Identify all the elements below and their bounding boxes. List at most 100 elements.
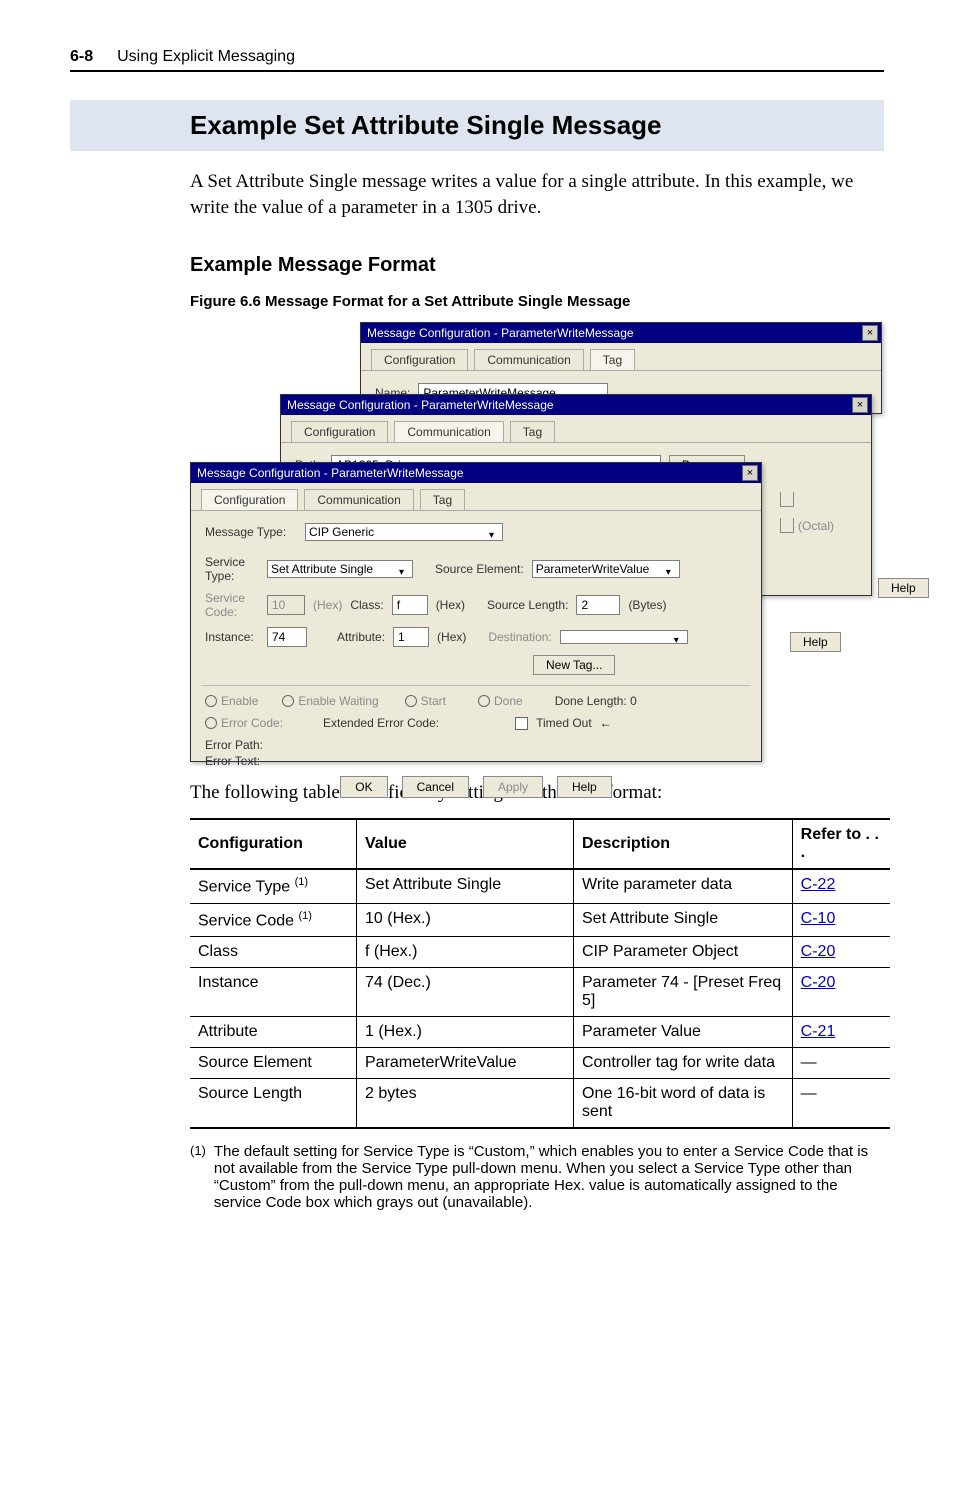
table-row: Service Code (1)10 (Hex.)Set Attribute S… [190, 903, 890, 936]
page-title: Example Set Attribute Single Message [190, 110, 874, 141]
tab-tag[interactable]: Tag [510, 421, 555, 442]
tab-configuration[interactable]: Configuration [371, 349, 468, 370]
msg-type-value: CIP Generic [309, 525, 374, 539]
error-code-radio: Error Code: [205, 716, 283, 730]
table-row: Classf (Hex.)CIP Parameter ObjectC-20 [190, 936, 890, 967]
table-row: Source ElementParameterWriteValueControl… [190, 1047, 890, 1078]
cell-refer: — [792, 1078, 890, 1128]
octal-label: (Octal) [798, 519, 834, 533]
cell-value: 74 (Dec.) [357, 967, 574, 1016]
destination-select[interactable] [560, 630, 688, 644]
source-element-select[interactable]: ParameterWriteValue [532, 560, 680, 578]
dialog-title-bar: Message Configuration - ParameterWriteMe… [281, 395, 871, 415]
msg-type-label: Message Type: [205, 525, 297, 539]
table-row: Service Type (1)Set Attribute SingleWrit… [190, 869, 890, 903]
hex-label: (Hex) [313, 598, 342, 612]
running-header: 6-8 Using Explicit Messaging [70, 48, 884, 66]
instance-input[interactable] [267, 627, 307, 647]
source-length-label: Source Length: [487, 598, 568, 612]
tab-tag[interactable]: Tag [420, 489, 465, 510]
chevron-down-icon [489, 527, 499, 537]
service-code-label: Service Code: [205, 591, 259, 619]
cancel-button[interactable]: Cancel [402, 776, 469, 798]
fragment [780, 492, 794, 510]
error-path-label: Error Path: [205, 738, 263, 752]
error-text-label: Error Text: [205, 754, 260, 768]
service-code-input [267, 595, 305, 615]
cell-configuration: Service Code (1) [190, 903, 357, 936]
help-button-side[interactable]: Help [878, 578, 929, 598]
attribute-label: Attribute: [337, 630, 385, 644]
dialog-front-config: Message Configuration - ParameterWriteMe… [190, 462, 762, 762]
close-icon[interactable]: × [742, 465, 758, 481]
class-input[interactable] [392, 595, 428, 615]
cell-description: One 16-bit word of data is sent [574, 1078, 793, 1128]
msg-type-select[interactable]: CIP Generic [305, 523, 503, 541]
close-icon[interactable]: × [862, 325, 878, 341]
dialog-title-bar: Message Configuration - ParameterWriteMe… [191, 463, 761, 483]
cell-configuration: Source Length [190, 1078, 357, 1128]
dialog-title-text: Message Configuration - ParameterWriteMe… [287, 398, 554, 412]
done-length-text: Done Length: 0 [555, 694, 637, 708]
footnote-text: The default setting for Service Type is … [214, 1143, 874, 1211]
new-tag-button[interactable]: New Tag... [533, 655, 615, 675]
col-configuration: Configuration [190, 819, 357, 869]
cell-configuration: Source Element [190, 1047, 357, 1078]
cell-refer[interactable]: C-21 [792, 1016, 890, 1047]
cell-refer[interactable]: C-20 [792, 936, 890, 967]
extended-error-label: Extended Error Code: [323, 716, 439, 730]
tab-strip: Configuration Communication Tag [191, 483, 761, 511]
timed-out-label: Timed Out [536, 716, 592, 730]
chevron-down-icon [399, 564, 409, 574]
screenshot: Message Configuration - ParameterWriteMe… [190, 322, 890, 762]
footnote-ref: (1) [299, 910, 312, 922]
tab-communication[interactable]: Communication [394, 421, 503, 442]
service-type-select[interactable]: Set Attribute Single [267, 560, 413, 578]
dialog-title-bar: Message Configuration - ParameterWriteMe… [361, 323, 881, 343]
done-radio: Done [478, 694, 523, 708]
cell-value: Set Attribute Single [357, 869, 574, 903]
tab-configuration[interactable]: Configuration [291, 421, 388, 442]
cell-refer[interactable]: C-22 [792, 869, 890, 903]
footnote-ref: (1) [295, 876, 308, 888]
footnote-mark: (1) [190, 1143, 206, 1211]
tab-strip: Configuration Communication Tag [361, 343, 881, 371]
cell-refer[interactable]: C-20 [792, 967, 890, 1016]
timed-out-checkbox[interactable] [515, 717, 528, 730]
col-description: Description [574, 819, 793, 869]
table-row: Source Length2 bytesOne 16-bit word of d… [190, 1078, 890, 1128]
tab-tag[interactable]: Tag [590, 349, 635, 370]
title-band: Example Set Attribute Single Message [70, 100, 884, 151]
footnote: (1) The default setting for Service Type… [190, 1143, 874, 1211]
cell-description: CIP Parameter Object [574, 936, 793, 967]
apply-button: Apply [483, 776, 543, 798]
enable-waiting-radio: Enable Waiting [282, 694, 378, 708]
tab-communication[interactable]: Communication [474, 349, 583, 370]
close-icon[interactable]: × [852, 397, 868, 413]
cell-configuration: Service Type (1) [190, 869, 357, 903]
source-length-input[interactable] [576, 595, 620, 615]
cell-refer[interactable]: C-10 [792, 903, 890, 936]
header-rule [70, 70, 884, 72]
cell-description: Parameter Value [574, 1016, 793, 1047]
cell-value: 1 (Hex.) [357, 1016, 574, 1047]
cell-value: 10 (Hex.) [357, 903, 574, 936]
ok-button[interactable]: OK [340, 776, 387, 798]
bytes-label: (Bytes) [628, 598, 666, 612]
chevron-down-icon [666, 564, 676, 574]
dialog-title-text: Message Configuration - ParameterWriteMe… [197, 466, 464, 480]
help-button[interactable]: Help [557, 776, 612, 798]
col-refer: Refer to . . . [792, 819, 890, 869]
cell-configuration: Class [190, 936, 357, 967]
cell-value: 2 bytes [357, 1078, 574, 1128]
hex-label: (Hex) [437, 630, 466, 644]
cell-description: Set Attribute Single [574, 903, 793, 936]
cell-configuration: Instance [190, 967, 357, 1016]
tab-configuration[interactable]: Configuration [201, 489, 298, 510]
help-button-side[interactable]: Help [790, 632, 841, 652]
cell-configuration: Attribute [190, 1016, 357, 1047]
table-row: Attribute1 (Hex.)Parameter ValueC-21 [190, 1016, 890, 1047]
tab-strip: Configuration Communication Tag [281, 415, 871, 443]
tab-communication[interactable]: Communication [304, 489, 413, 510]
attribute-input[interactable] [393, 627, 429, 647]
